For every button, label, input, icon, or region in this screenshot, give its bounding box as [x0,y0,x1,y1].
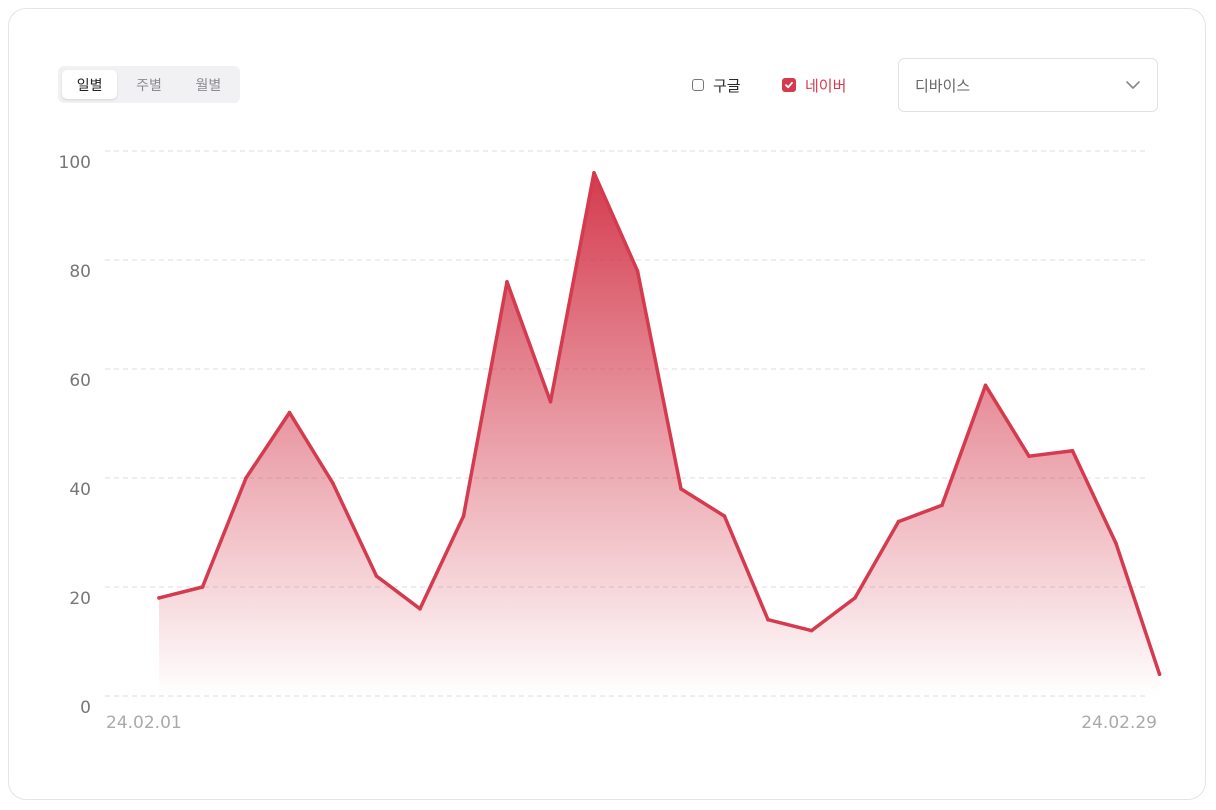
data-point[interactable] [635,269,640,273]
data-point[interactable] [418,607,422,611]
data-point[interactable] [853,596,857,600]
data-point[interactable] [983,383,988,388]
data-point[interactable] [287,410,292,415]
data-point[interactable] [200,585,205,589]
data-point[interactable] [374,574,379,578]
data-point[interactable] [505,280,509,284]
data-point[interactable] [679,487,683,491]
x-tick-label-end: 24.02.29 [1081,713,1157,733]
data-point[interactable] [1070,448,1075,453]
data-point[interactable] [940,503,944,508]
y-tick-label: 20 [69,589,91,609]
data-point[interactable] [1157,672,1162,676]
data-point[interactable] [157,596,161,600]
y-tick-label: 0 [80,698,91,718]
y-tick-label: 40 [69,480,91,500]
data-point[interactable] [331,481,335,486]
data-point[interactable] [461,514,466,518]
data-point[interactable] [896,519,901,524]
data-point[interactable] [1027,454,1031,459]
data-point[interactable] [1114,541,1118,546]
x-tick-label-start: 24.02.01 [106,713,182,733]
data-point[interactable] [244,476,248,480]
area-chart: 0 20 40 60 80 100 24.02.01 24.02.29 [59,150,1162,733]
data-point[interactable] [809,628,814,633]
data-point[interactable] [722,514,727,518]
data-point[interactable] [766,617,770,622]
data-point[interactable] [592,171,596,175]
y-tick-label: 60 [69,371,91,391]
series-area-fill [159,172,1160,697]
data-point[interactable] [548,399,553,404]
y-tick-label: 100 [59,153,91,173]
y-tick-label: 80 [69,262,91,282]
